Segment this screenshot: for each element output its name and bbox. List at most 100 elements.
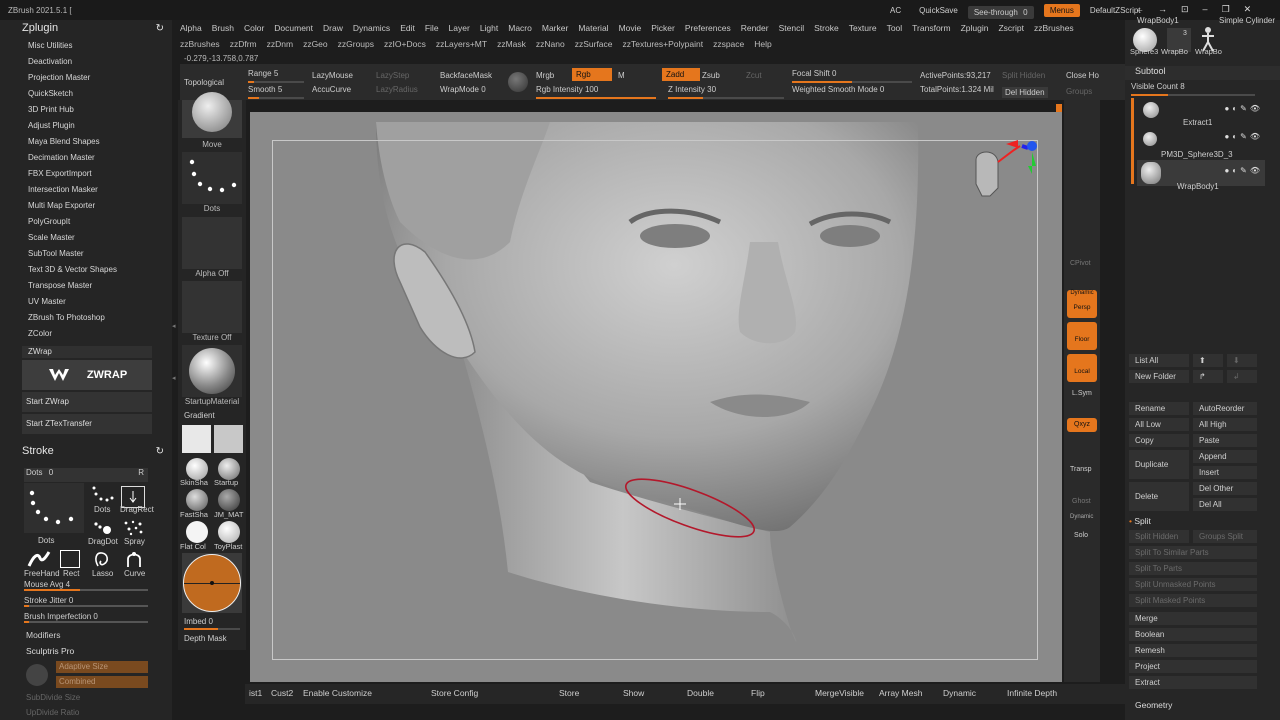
restore-icon[interactable]: ❐ [1222, 4, 1230, 15]
plugin-menu-item[interactable]: zzLayers+MT [436, 39, 487, 49]
rgb-intensity-track[interactable] [536, 97, 656, 99]
arrow-right-icon[interactable]: ↱ [1193, 370, 1223, 383]
imperfection-track[interactable] [24, 621, 148, 623]
fastshader-material-icon[interactable] [186, 489, 208, 511]
z-intensity-label[interactable]: Z Intensity 30 [668, 85, 716, 94]
menu-item[interactable]: zzBrushes [1034, 23, 1074, 33]
move-up-icon[interactable]: ⬆ [1193, 354, 1223, 367]
split-similar-button[interactable]: Split To Similar Parts [1129, 546, 1257, 559]
smooth-track[interactable] [248, 97, 304, 99]
menu-item[interactable]: Preferences [685, 23, 731, 33]
collapse-left-icon[interactable]: ◂ [172, 322, 178, 330]
backfacemask-button[interactable]: BackfaceMask [440, 71, 492, 80]
zcut-button[interactable]: Zcut [746, 71, 762, 80]
menu-item[interactable]: Light [480, 23, 498, 33]
focal-shift-label[interactable]: Focal Shift 0 [792, 69, 836, 78]
zplugin-item[interactable]: FBX ExportImport [0, 166, 172, 182]
seethrough-slider[interactable]: See-through 0 [967, 6, 1034, 19]
del-all-button[interactable]: Del All [1193, 498, 1257, 511]
geometry-header[interactable]: Geometry [1135, 700, 1172, 710]
updivide-ratio-slider[interactable]: UpDivide Ratio [26, 708, 79, 717]
freehand-icon[interactable] [26, 549, 52, 569]
arrow-right-icon[interactable]: → [1158, 4, 1167, 15]
plugin-menu-item[interactable]: zzIO+Docs [384, 39, 426, 49]
dots-slider[interactable]: Dots 0 R [24, 468, 148, 482]
store-config-button[interactable]: Store Config [431, 688, 478, 698]
rect-icon[interactable] [60, 550, 80, 568]
plugin-menu-item[interactable]: zzDfrm [230, 39, 257, 49]
copy-button[interactable]: Copy [1129, 434, 1189, 447]
list-all-button[interactable]: List All [1129, 354, 1189, 367]
jitter-track[interactable] [24, 605, 148, 607]
rgb-button[interactable]: Rgb [572, 68, 612, 81]
zplugin-item[interactable]: QuickSketch [0, 86, 172, 102]
zplugin-header[interactable]: Zplugin ↻ [0, 20, 172, 36]
menu-item[interactable]: Macro [508, 23, 532, 33]
subtool-name-2[interactable]: WrapBody1 [1177, 182, 1219, 191]
plugin-menu-item[interactable]: Help [754, 39, 771, 49]
del-other-button[interactable]: Del Other [1193, 482, 1257, 495]
dynamic-button[interactable]: Dynamic [943, 688, 976, 698]
split-header[interactable]: • Split [1129, 516, 1151, 526]
dragdot-icon[interactable] [90, 519, 116, 537]
skinshade-material-icon[interactable] [186, 458, 208, 480]
menu-item[interactable]: Movie [619, 23, 642, 33]
collapse-left-icon[interactable]: ◂ [172, 374, 178, 382]
fold-icon[interactable]: ⊡ [1181, 4, 1189, 15]
cust1-button[interactable]: ist1 [249, 688, 262, 698]
sculptris-header[interactable]: Sculptris Pro [26, 646, 74, 656]
double-button[interactable]: Double [687, 688, 714, 698]
plugin-menu-item[interactable]: zzMask [497, 39, 526, 49]
mrgb-button[interactable]: Mrgb [536, 71, 554, 80]
zplugin-item[interactable]: ZColor [0, 326, 172, 342]
arrow-back-icon[interactable]: ↲ [1227, 370, 1257, 383]
menu-item[interactable]: Transform [912, 23, 950, 33]
floor-button[interactable]: Floor [1067, 322, 1097, 350]
startup-material-icon[interactable] [218, 458, 240, 480]
stroke-preview[interactable] [24, 483, 84, 533]
visible-count-track[interactable] [1131, 94, 1255, 96]
texture-thumb[interactable] [182, 281, 242, 333]
start-ztextransfer-button[interactable]: Start ZTexTransfer [22, 414, 152, 434]
split-parts-button[interactable]: Split To Parts [1129, 562, 1257, 575]
zadd-button[interactable]: Zadd [662, 68, 701, 81]
menu-item[interactable]: Document [274, 23, 313, 33]
show-button[interactable]: Show [623, 688, 644, 698]
flip-button[interactable]: Flip [751, 688, 765, 698]
move-down-icon[interactable]: ⬇ [1227, 354, 1257, 367]
cpivot-button[interactable]: CPivot [1070, 260, 1091, 267]
zsub-button[interactable]: Zsub [702, 71, 720, 80]
zplugin-item[interactable]: Maya Blend Shapes [0, 134, 172, 150]
paste-button[interactable]: Paste [1193, 434, 1257, 447]
zplugin-item[interactable]: Decimation Master [0, 150, 172, 166]
m-button[interactable]: M [618, 71, 625, 80]
adaptive-size-button[interactable]: Adaptive Size [56, 661, 148, 673]
subtool-row-1[interactable]: ●◐✎👁 [1137, 128, 1265, 150]
subtool-header[interactable]: Subtool [1125, 66, 1280, 80]
split-hidden-button[interactable]: Split Hidden [1002, 71, 1045, 80]
sculptris-toggle-icon[interactable] [26, 664, 48, 686]
subtool-row-controls[interactable]: ●◐✎👁 [1224, 132, 1263, 141]
zplugin-item[interactable]: SubTool Master [0, 246, 172, 262]
menu-item[interactable]: Draw [323, 23, 343, 33]
persp-button[interactable]: Dynamic Persp [1067, 290, 1097, 318]
topological-button[interactable]: Topological [184, 78, 224, 87]
menu-item[interactable]: Texture [849, 23, 877, 33]
subtool-row-controls[interactable]: ●◐✎👁 [1224, 166, 1263, 175]
imperfection-slider[interactable]: Brush Imperfection 0 [24, 612, 148, 623]
material-sphere-icon[interactable] [508, 72, 528, 92]
r-button[interactable]: R [138, 468, 144, 477]
zplugin-item[interactable]: Misc Utilities [0, 38, 172, 54]
zplugin-item[interactable]: UV Master [0, 294, 172, 310]
lasso-icon[interactable] [92, 549, 112, 569]
zplugin-item[interactable]: Projection Master [0, 70, 172, 86]
zplugin-item[interactable]: Transpose Master [0, 278, 172, 294]
weighted-smooth-label[interactable]: Weighted Smooth Mode 0 [792, 85, 884, 94]
z-intensity-track[interactable] [668, 97, 784, 99]
boolean-header[interactable]: Boolean [1129, 628, 1257, 641]
plugin-menu-item[interactable]: zzNano [536, 39, 565, 49]
split-hidden-button[interactable]: Split Hidden [1129, 530, 1189, 543]
cust2-button[interactable]: Cust2 [271, 688, 293, 698]
rgb-intensity-label[interactable]: Rgb Intensity 100 [536, 85, 598, 94]
plugin-menu-item[interactable]: zzGeo [303, 39, 328, 49]
